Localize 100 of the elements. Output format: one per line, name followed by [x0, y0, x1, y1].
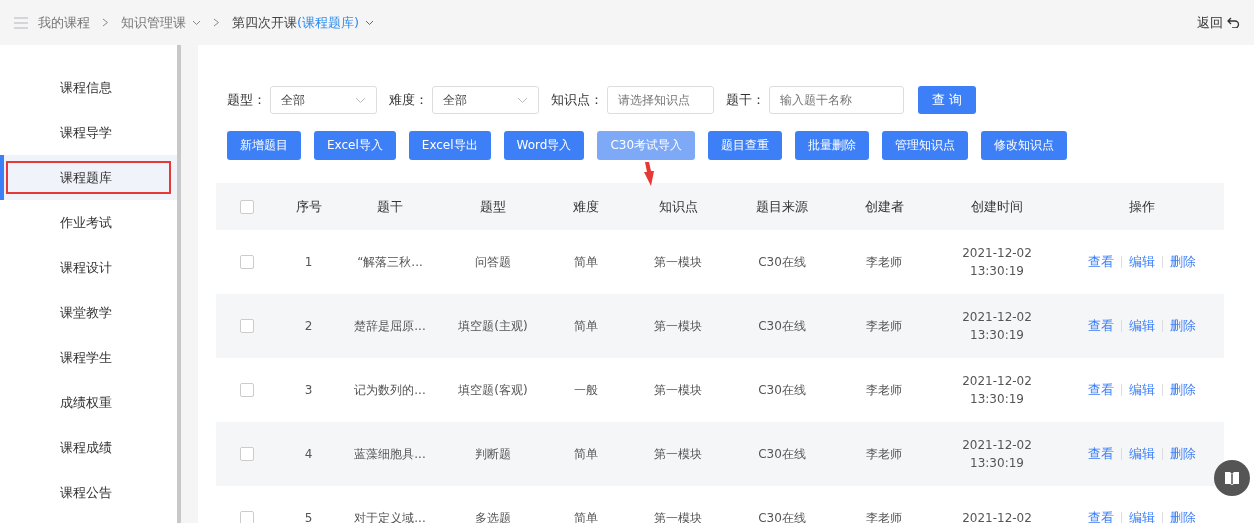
checkbox[interactable]	[239, 447, 254, 461]
table-cell: 第一模块	[654, 381, 702, 399]
sidebar-item[interactable]: 作业考试	[0, 200, 177, 245]
sidebar-item[interactable]: 课程公告	[0, 470, 177, 515]
sidebar-item[interactable]: 课程导学	[0, 110, 177, 155]
table-cell: 楚辞是屈原...	[354, 317, 426, 335]
table-cell: 李老师	[866, 509, 902, 523]
action-button[interactable]: C30考试导入	[597, 131, 696, 160]
column-header: 知识点	[658, 197, 698, 216]
table-cell: 对于定义域...	[354, 509, 426, 523]
table-cell-text: 13:30:19	[970, 391, 1024, 408]
sidebar-item[interactable]: 课程题库	[0, 155, 177, 200]
row-action-link[interactable]: 查看	[1088, 509, 1114, 523]
table-cell: 蓝藻细胞具...	[354, 445, 426, 463]
action-button[interactable]: 批量删除	[795, 131, 870, 160]
table-cell: 第一模块	[654, 445, 702, 463]
action-button[interactable]: 题目查重	[708, 131, 783, 160]
table-cell-text: 2021-12-02	[962, 245, 1032, 262]
breadcrumb-link[interactable]: 知识管理课	[121, 13, 186, 32]
table-cell-text: 2021-12-02	[962, 373, 1032, 390]
table-cell: 3	[304, 383, 313, 397]
table-cell-text: 2021-12-02	[962, 510, 1032, 523]
table-cell: 简单	[574, 445, 598, 463]
row-action-link[interactable]: 查看	[1088, 381, 1114, 399]
row-action-link[interactable]: 删除	[1170, 253, 1196, 271]
checkbox[interactable]	[239, 319, 254, 333]
row-action-link[interactable]: 删除	[1170, 381, 1196, 399]
sidebar-item[interactable]: 课程信息	[0, 65, 177, 110]
select-field[interactable]: 全部	[270, 86, 377, 114]
table-cell: C30在线	[758, 253, 806, 271]
table-cell: 李老师	[866, 381, 902, 399]
action-button[interactable]: Excel导出	[408, 131, 491, 160]
checkbox[interactable]	[239, 255, 254, 269]
breadcrumb-link[interactable]: 我的课程	[38, 13, 90, 32]
row-action-link[interactable]: 删除	[1170, 317, 1196, 335]
table-cell: 填空题(客观)	[458, 381, 528, 399]
row-action-link[interactable]: 编辑	[1129, 381, 1155, 399]
row-action-link[interactable]: 编辑	[1129, 253, 1155, 271]
table-cell: 5	[304, 511, 313, 523]
column-header: 题型	[480, 197, 506, 216]
chevron-down-icon	[355, 96, 366, 104]
input-field[interactable]: 请选择知识点	[607, 86, 714, 114]
row-action-link[interactable]: 查看	[1088, 253, 1114, 271]
checkbox[interactable]	[239, 511, 254, 523]
action-button[interactable]: 修改知识点	[981, 131, 1068, 160]
sidebar-item[interactable]: 课程成绩	[0, 425, 177, 470]
table-cell: 一般	[574, 381, 598, 399]
filter-label: 题型：	[227, 91, 266, 109]
column-header: 题目来源	[756, 197, 808, 216]
table-cell: C30在线	[758, 509, 806, 523]
chevron-down-icon[interactable]	[365, 19, 375, 26]
table-cell: C30在线	[758, 445, 806, 463]
row-action-link[interactable]: 查看	[1088, 445, 1114, 463]
row-action-link[interactable]: 编辑	[1129, 509, 1155, 523]
action-button[interactable]: Excel导入	[314, 131, 396, 160]
table-cell: C30在线	[758, 317, 806, 335]
row-action-link[interactable]: 查看	[1088, 317, 1114, 335]
row-action-link[interactable]: 编辑	[1129, 445, 1155, 463]
chevron-down-icon[interactable]	[192, 19, 201, 26]
table-cell: 填空题(主观)	[458, 317, 528, 335]
column-header: 操作	[1129, 197, 1155, 216]
table-cell: 多选题	[475, 509, 511, 523]
undo-arrow-icon	[1227, 17, 1240, 28]
table-cell: 第一模块	[654, 317, 702, 335]
sidebar-item[interactable]: 课程设计	[0, 245, 177, 290]
column-header: 创建者	[864, 197, 904, 216]
row-action-link[interactable]: 编辑	[1129, 317, 1155, 335]
sidebar-item[interactable]: 课程学生	[0, 335, 177, 380]
table-cell: 4	[304, 447, 313, 461]
table-cell-text: 2021-12-02	[962, 309, 1032, 326]
checkbox[interactable]	[239, 383, 254, 397]
table-cell: 李老师	[866, 253, 902, 271]
table-cell: 简单	[574, 253, 598, 271]
table-cell-text: 13:30:19	[970, 455, 1024, 472]
table-cell-text: 13:30:19	[970, 263, 1024, 280]
column-header: 序号	[295, 197, 322, 216]
row-action-link[interactable]: 删除	[1170, 445, 1196, 463]
table-cell: 判断题	[475, 445, 511, 463]
select-field[interactable]: 全部	[432, 86, 539, 114]
action-button[interactable]: 管理知识点	[882, 131, 969, 160]
action-button[interactable]: Word导入	[503, 131, 585, 160]
back-link[interactable]: 返回	[1197, 13, 1240, 32]
checkbox[interactable]	[239, 199, 254, 214]
column-header: 创建时间	[971, 197, 1023, 216]
sidebar-item[interactable]: 课堂教学	[0, 290, 177, 335]
table-cell: 问答题	[475, 253, 511, 271]
table-cell-text: 2021-12-02	[962, 437, 1032, 454]
chevron-right-icon	[213, 18, 220, 27]
action-button[interactable]: 新增题目	[227, 131, 301, 160]
menu-icon[interactable]	[14, 16, 28, 29]
table-cell: “解落三秋...	[357, 253, 423, 271]
input-field[interactable]: 输入题干名称	[769, 86, 904, 114]
table-cell: 1	[304, 255, 313, 269]
scrollbar[interactable]	[177, 45, 181, 523]
sidebar-item[interactable]: 成绩权重	[0, 380, 177, 425]
table-cell: 李老师	[866, 445, 902, 463]
row-action-link[interactable]: 删除	[1170, 509, 1196, 523]
filter-label: 难度：	[389, 91, 428, 109]
search-button[interactable]: 查 询	[918, 86, 977, 114]
table-cell: 简单	[574, 509, 598, 523]
